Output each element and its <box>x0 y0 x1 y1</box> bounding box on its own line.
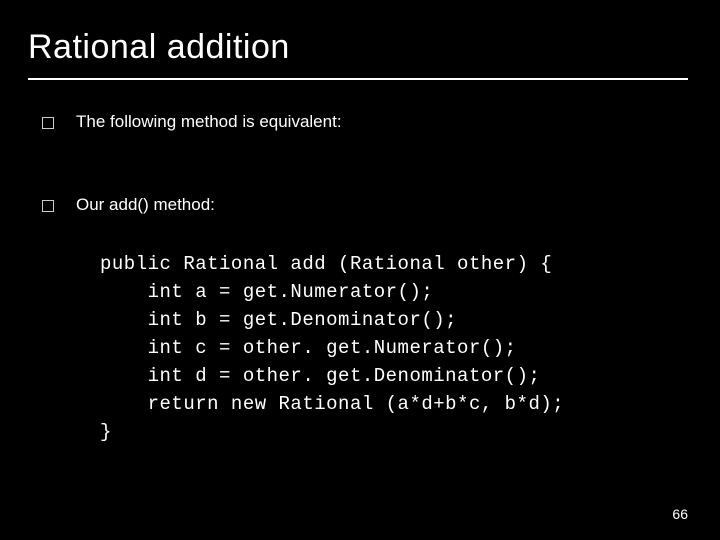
title-underline <box>28 78 688 80</box>
code-block: public Rational add (Rational other) { i… <box>100 250 564 446</box>
code-line: int b = get.Denominator(); <box>100 309 457 331</box>
square-bullet-icon <box>42 200 54 212</box>
code-line: public Rational add (Rational other) { <box>100 253 552 275</box>
page-number: 66 <box>672 506 688 522</box>
square-bullet-icon <box>42 117 54 129</box>
bullet-text: Our add() method: <box>76 195 215 215</box>
code-line: int d = other. get.Denominator(); <box>100 365 540 387</box>
bullet-item: Our add() method: <box>42 195 215 215</box>
code-line: return new Rational (a*d+b*c, b*d); <box>100 393 564 415</box>
slide-title: Rational addition <box>28 28 290 67</box>
code-line: } <box>100 421 112 443</box>
slide: Rational addition The following method i… <box>0 0 720 540</box>
code-line: int c = other. get.Numerator(); <box>100 337 517 359</box>
code-line: int a = get.Numerator(); <box>100 281 433 303</box>
bullet-item: The following method is equivalent: <box>42 112 342 132</box>
bullet-text: The following method is equivalent: <box>76 112 342 132</box>
